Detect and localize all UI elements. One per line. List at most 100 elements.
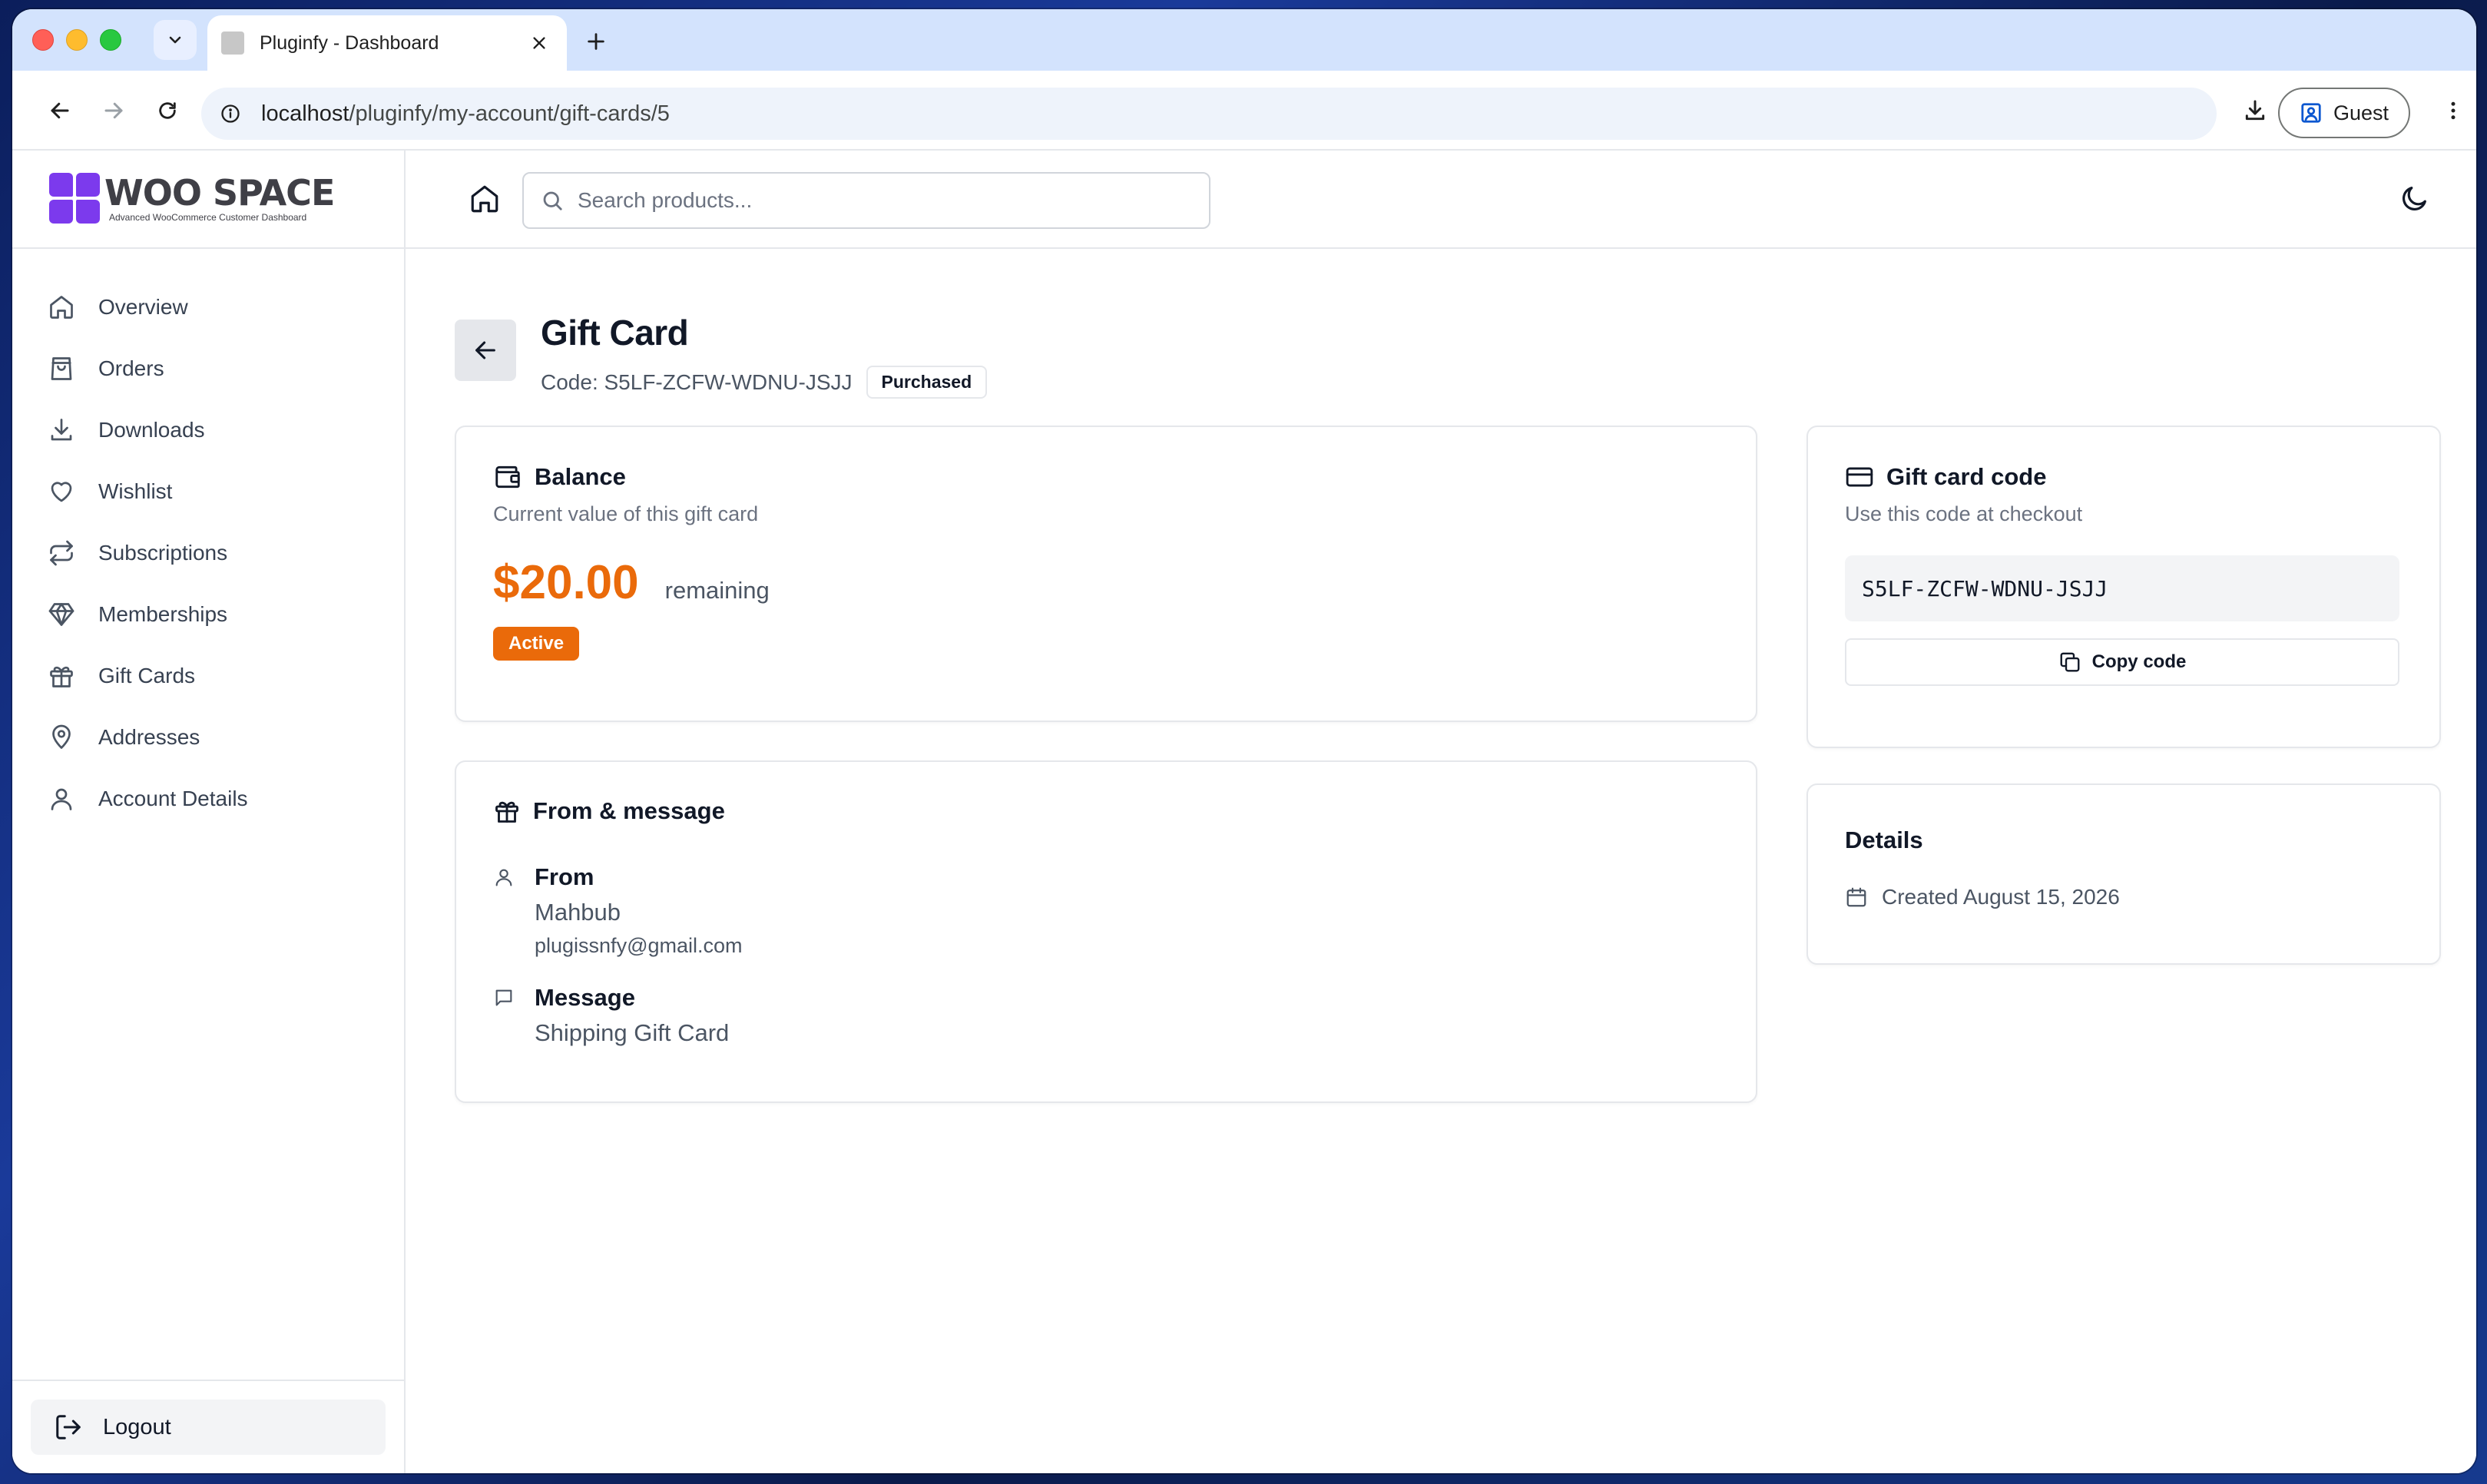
sidebar-item-label: Downloads — [98, 418, 205, 442]
gift-code-title: Gift card code — [1886, 463, 2047, 490]
sidebar-item-subscriptions[interactable]: Subscriptions — [12, 522, 404, 584]
sidebar-item-label: Overview — [98, 295, 188, 319]
code-line: Code: S5LF-ZCFW-WDNU-JSJJ Purchased — [541, 366, 988, 399]
search-input[interactable] — [578, 188, 1177, 213]
created-row: Created August 15, 2026 — [1845, 885, 2403, 909]
reload-icon — [159, 102, 176, 119]
logout-button[interactable]: Logout — [31, 1400, 386, 1455]
app-root: WOO SPACE Advanced WooCommerce Customer … — [12, 151, 2476, 1473]
balance-card-header: Balance — [493, 462, 1719, 492]
back-nav-button[interactable] — [41, 92, 78, 129]
message-card-title: From & message — [533, 797, 725, 824]
profile-label: Guest — [2333, 101, 2389, 124]
from-name: Mahbub — [535, 899, 621, 926]
browser-menu-button[interactable] — [2435, 92, 2472, 129]
message-label: Message — [535, 984, 635, 1011]
copy-code-label: Copy code — [2091, 651, 2187, 672]
plus-icon — [588, 33, 604, 50]
sidebar-item-wishlist[interactable]: Wishlist — [12, 461, 404, 522]
browser-toolbar: localhost/pluginfy/my-account/gift-cards… — [12, 71, 2476, 151]
repeat-icon — [50, 540, 73, 566]
sidebar-item-label: Wishlist — [98, 479, 173, 503]
sidebar-item-memberships[interactable]: Memberships — [12, 584, 404, 645]
logo-mark-icon — [49, 173, 101, 225]
theme-toggle-button[interactable] — [2399, 183, 2430, 217]
sidebar-item-orders[interactable]: Orders — [12, 338, 404, 399]
gift-code-card: Gift card code Use this code at checkout… — [1806, 426, 2441, 748]
tab-search-button[interactable] — [154, 20, 197, 60]
minimize-window-button[interactable] — [66, 29, 88, 51]
balance-remaining-label: remaining — [664, 577, 770, 604]
browser-window: Pluginfy - Dashboard localhost/pluginfy/… — [12, 9, 2476, 1473]
gift-code-field[interactable]: S5LF-ZCFW-WDNU-JSJJ — [1845, 555, 2399, 621]
gem-icon — [48, 603, 75, 626]
sidebar-nav: Overview Orders Downloads Wishlist Subsc… — [12, 249, 404, 830]
close-icon — [533, 37, 545, 49]
brand-name: WOO SPACE — [104, 172, 335, 214]
created-date: Created August 15, 2026 — [1882, 885, 2120, 909]
arrow-left-icon — [51, 102, 69, 119]
shopping-bag-icon — [51, 357, 72, 380]
address-bar[interactable]: localhost/pluginfy/my-account/gift-cards… — [201, 88, 2217, 140]
sidebar-item-label: Gift Cards — [98, 664, 196, 687]
url-host: localhost — [261, 101, 349, 126]
balance-subtitle: Current value of this gift card — [493, 502, 759, 525]
downloads-button[interactable] — [2237, 92, 2273, 129]
code-label: Code: S5LF-ZCFW-WDNU-JSJJ — [541, 369, 853, 394]
sidebar-item-account-details[interactable]: Account Details — [12, 768, 404, 830]
sidebar-item-label: Addresses — [98, 725, 200, 749]
search-icon — [543, 191, 562, 210]
forward-nav-button[interactable] — [95, 92, 132, 129]
sidebar-item-downloads[interactable]: Downloads — [12, 399, 404, 461]
url-path: /pluginfy/my-account/gift-cards/5 — [349, 101, 670, 126]
from-field: From Mahbub plugissnfy@gmail.com — [493, 863, 1719, 958]
profile-icon — [2301, 103, 2321, 123]
wallet-icon — [495, 465, 520, 489]
new-tab-button[interactable] — [581, 26, 611, 57]
message-field: Message Shipping Gift Card — [493, 984, 1719, 1047]
gift-code-card-header: Gift card code — [1845, 462, 2403, 492]
tab-title: Pluginfy - Dashboard — [260, 31, 439, 54]
sidebar: WOO SPACE Advanced WooCommerce Customer … — [12, 151, 406, 1473]
from-label: From — [535, 863, 594, 890]
gift-icon — [50, 666, 73, 687]
user-icon — [51, 788, 72, 810]
sidebar-item-gift-cards[interactable]: Gift Cards — [12, 645, 404, 707]
sidebar-item-overview[interactable]: Overview — [12, 277, 404, 338]
search-box[interactable] — [522, 172, 1210, 229]
details-card-title: Details — [1845, 826, 1923, 853]
favicon-icon — [221, 31, 244, 55]
tab-strip: Pluginfy - Dashboard — [12, 9, 2476, 71]
balance-amount: $20.00 — [493, 556, 639, 609]
page-title: Gift Card — [541, 313, 689, 353]
brand-logo[interactable]: WOO SPACE Advanced WooCommerce Customer … — [12, 151, 404, 249]
more-vertical-icon — [2451, 101, 2456, 120]
close-window-button[interactable] — [32, 29, 54, 51]
gift-icon — [495, 801, 518, 823]
sidebar-item-label: Memberships — [98, 602, 228, 626]
download-icon — [2245, 100, 2265, 121]
tab-close-button[interactable] — [525, 29, 553, 57]
heart-icon — [51, 482, 72, 502]
credit-card-icon — [1846, 467, 1873, 487]
details-card: Details Created August 15, 2026 — [1806, 783, 2441, 965]
sidebar-item-addresses[interactable]: Addresses — [12, 707, 404, 768]
message-text: Shipping Gift Card — [535, 1019, 730, 1046]
balance-amount-row: $20.00 remaining — [493, 555, 1719, 610]
back-button[interactable] — [455, 320, 516, 381]
balance-title: Balance — [535, 463, 626, 490]
home-icon — [50, 296, 73, 319]
browser-tab-active[interactable]: Pluginfy - Dashboard — [207, 15, 567, 71]
brand-tagline: Advanced WooCommerce Customer Dashboard — [109, 212, 307, 223]
top-bar — [406, 151, 2476, 249]
active-status-badge: Active — [493, 627, 580, 661]
gift-code-subtitle: Use this code at checkout — [1845, 502, 2083, 525]
maximize-window-button[interactable] — [100, 29, 121, 51]
copy-code-button[interactable]: Copy code — [1845, 638, 2399, 686]
profile-button[interactable]: Guest — [2278, 88, 2410, 138]
reload-button[interactable] — [149, 92, 186, 129]
map-pin-icon — [52, 724, 71, 749]
home-button[interactable] — [469, 183, 501, 219]
message-card-header: From & message — [493, 797, 1719, 825]
logout-area: Logout — [12, 1380, 404, 1473]
